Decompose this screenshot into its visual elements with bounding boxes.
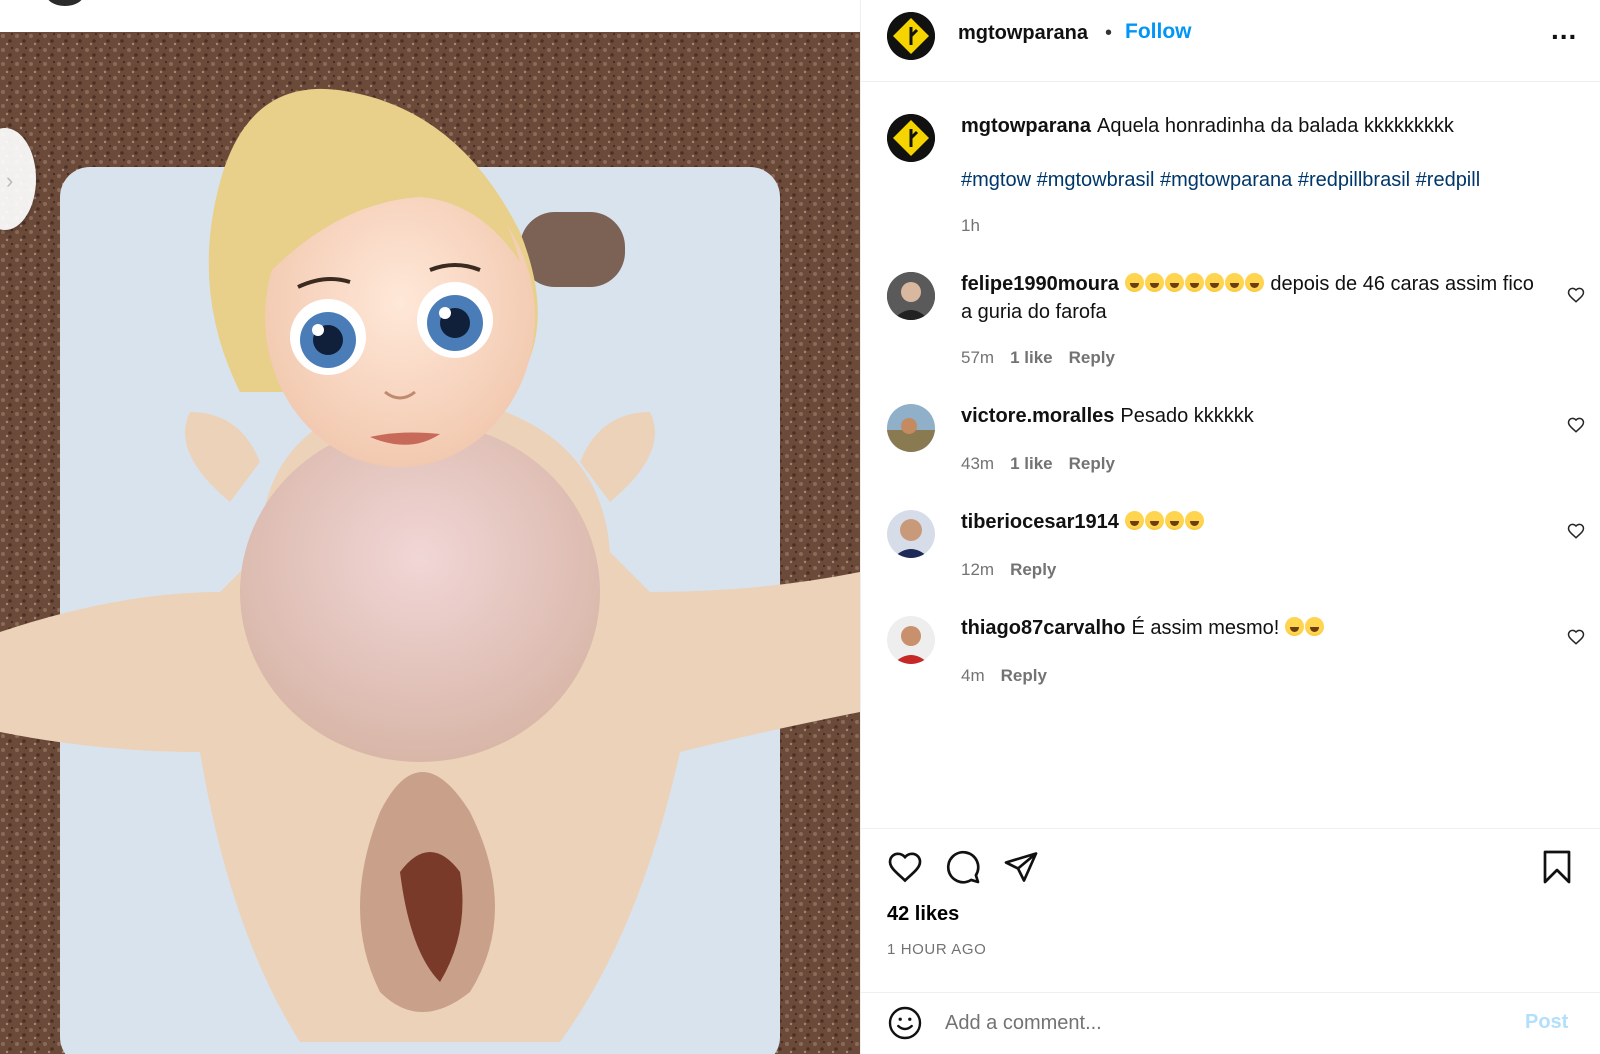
comment-likes[interactable]: 1 like xyxy=(1010,348,1053,367)
laughing-emoji-icons xyxy=(1284,617,1325,639)
caption-meta: 1h xyxy=(961,216,996,236)
caption-time: 1h xyxy=(961,216,980,235)
mgtow-logo-icon xyxy=(887,114,935,162)
instagram-post-page: › mgtowparana • Follow ... mgtowparana A… xyxy=(0,0,1600,1054)
caption-username[interactable]: mgtowparana xyxy=(961,115,1091,137)
comment-username[interactable]: thiago87carvalho xyxy=(961,617,1126,639)
comment-username[interactable]: felipe1990moura xyxy=(961,273,1119,295)
author-avatar[interactable] xyxy=(887,12,935,60)
smiley-emoji-icon[interactable] xyxy=(887,1005,923,1041)
avatar-photo xyxy=(887,272,935,320)
comment-meta: 4m Reply xyxy=(961,666,1063,686)
comment-likes[interactable]: 1 like xyxy=(1010,454,1053,473)
like-heart-icon[interactable] xyxy=(887,849,923,885)
chevron-right-icon: › xyxy=(6,168,14,193)
comments-list[interactable]: mgtowparana Aquela honradinha da balada k… xyxy=(861,82,1600,828)
reply-button[interactable]: Reply xyxy=(1010,560,1056,579)
author-username[interactable]: mgtowparana xyxy=(958,22,1088,45)
caption-hashtags[interactable]: #mgtow #mgtowbrasil #mgtowparana #redpil… xyxy=(961,166,1541,194)
caption-text: mgtowparana Aquela honradinha da balada k… xyxy=(961,112,1541,140)
laughing-emoji-icons xyxy=(1124,511,1205,533)
media-top-strip xyxy=(0,0,860,32)
partial-avatar xyxy=(46,0,84,6)
commenter-avatar[interactable] xyxy=(887,616,935,664)
post-comment-button[interactable]: Post xyxy=(1525,1011,1568,1034)
caption-body: Aquela honradinha da balada kkkkkkkkk xyxy=(1097,115,1454,137)
likes-count[interactable]: 42 likes xyxy=(887,903,959,926)
comment-bubble-icon[interactable] xyxy=(945,849,981,885)
caption-avatar[interactable] xyxy=(887,114,935,162)
comment-text: thiago87carvalho É assim mesmo! xyxy=(961,614,1541,642)
follow-button[interactable]: Follow xyxy=(1125,20,1192,44)
mgtow-logo-icon xyxy=(887,12,935,60)
heart-icon[interactable] xyxy=(1567,416,1585,434)
heart-icon[interactable] xyxy=(1567,628,1585,646)
reply-button[interactable]: Reply xyxy=(1001,666,1047,685)
comment-text: victore.moralles Pesado kkkkkk xyxy=(961,402,1541,430)
post-image[interactable] xyxy=(0,32,860,1054)
comment-text: felipe1990moura depois de 46 caras assim… xyxy=(961,270,1541,326)
avatar-photo xyxy=(887,404,935,452)
comment-meta: 12m Reply xyxy=(961,560,1072,580)
comment-body: É assim mesmo! xyxy=(1131,617,1280,639)
post-timestamp: 1 HOUR AGO xyxy=(887,941,987,958)
comment-username[interactable]: victore.moralles xyxy=(961,405,1114,427)
comment-time: 4m xyxy=(961,666,985,685)
post-header: mgtowparana • Follow ... xyxy=(861,0,1600,82)
share-send-icon[interactable] xyxy=(1003,849,1039,885)
comment-time: 12m xyxy=(961,560,995,579)
media-panel: › xyxy=(0,0,860,1054)
laughing-emoji-icons xyxy=(1124,273,1265,295)
comment-text: tiberiocesar1914 xyxy=(961,508,1541,536)
comment-meta: 43m 1 like Reply xyxy=(961,454,1131,474)
commenter-avatar[interactable] xyxy=(887,404,935,452)
comment-input[interactable] xyxy=(945,1007,1505,1039)
more-options-icon[interactable]: ... xyxy=(1551,16,1581,44)
heart-icon[interactable] xyxy=(1567,286,1585,304)
comment-time: 57m xyxy=(961,348,995,367)
comment-time: 43m xyxy=(961,454,995,473)
separator-dot: • xyxy=(1105,22,1113,44)
avatar-photo xyxy=(887,510,935,558)
post-details-panel: mgtowparana • Follow ... mgtowparana Aque… xyxy=(860,0,1600,1054)
comment-meta: 57m 1 like Reply xyxy=(961,348,1131,368)
heart-icon[interactable] xyxy=(1567,522,1585,540)
comment-body: Pesado kkkkkk xyxy=(1120,405,1254,427)
post-image-illustration xyxy=(0,32,860,1054)
action-bar: 42 likes 1 HOUR AGO xyxy=(861,828,1600,992)
reply-button[interactable]: Reply xyxy=(1069,348,1115,367)
reply-button[interactable]: Reply xyxy=(1069,454,1115,473)
bookmark-icon[interactable] xyxy=(1539,849,1575,885)
avatar-photo xyxy=(887,616,935,664)
commenter-avatar[interactable] xyxy=(887,510,935,558)
comment-username[interactable]: tiberiocesar1914 xyxy=(961,511,1119,533)
commenter-avatar[interactable] xyxy=(887,272,935,320)
add-comment-bar: Post xyxy=(861,992,1600,1054)
